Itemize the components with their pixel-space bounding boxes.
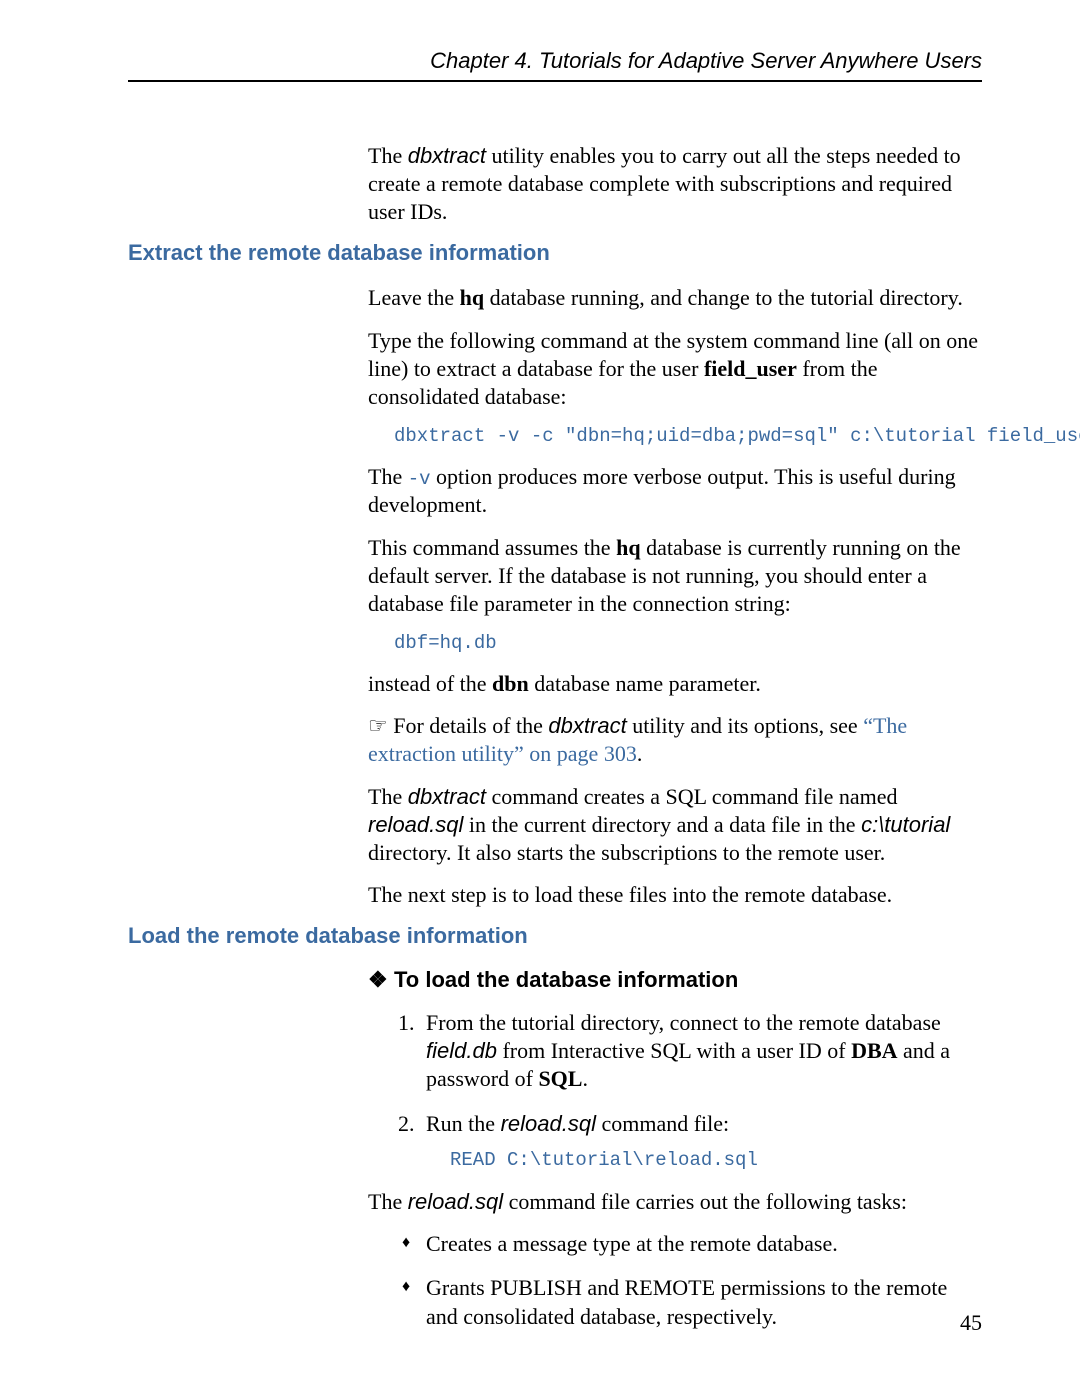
- text: Type the following command at the system…: [368, 328, 978, 381]
- file-reload-sql: reload.sql: [368, 812, 463, 837]
- term-dbxtract: dbxtract: [548, 713, 626, 738]
- text: from Interactive SQL with a user ID of: [497, 1038, 851, 1063]
- text: From the tutorial directory, connect to …: [426, 1010, 941, 1035]
- task-heading: ❖To load the database information: [368, 967, 982, 993]
- file-reload-sql: reload.sql: [501, 1111, 596, 1136]
- step-1: From the tutorial directory, connect to …: [420, 1009, 982, 1093]
- list-item: Creates a message type at the remote dat…: [402, 1230, 982, 1258]
- text: utility and its options, see: [627, 713, 864, 738]
- bullet-list: Creates a message type at the remote dat…: [368, 1230, 982, 1330]
- text: database name parameter.: [529, 671, 761, 696]
- intro-paragraph: The dbxtract utility enables you to carr…: [368, 142, 982, 226]
- paragraph: The dbxtract command creates a SQL comma…: [368, 783, 982, 867]
- text: command file:: [596, 1111, 729, 1136]
- paragraph: This command assumes the hq database is …: [368, 534, 982, 618]
- paragraph: Leave the hq database running, and chang…: [368, 284, 982, 312]
- task-title: To load the database information: [394, 967, 738, 992]
- paragraph: instead of the dbn database name paramet…: [368, 670, 982, 698]
- text: The: [368, 464, 408, 489]
- text: The: [368, 143, 408, 168]
- running-head: Chapter 4. Tutorials for Adaptive Server…: [128, 48, 982, 82]
- text: in the current directory and a data file…: [463, 812, 861, 837]
- text: command file carries out the following t…: [503, 1189, 907, 1214]
- text: command creates a SQL command file named: [486, 784, 898, 809]
- pwd-sql: SQL: [538, 1066, 582, 1091]
- diamond-icon: ❖: [368, 967, 394, 993]
- text: .: [582, 1066, 588, 1091]
- paragraph: The next step is to load these files int…: [368, 881, 982, 909]
- option-v: -v: [408, 468, 431, 490]
- list-item: Grants PUBLISH and REMOTE permissions to…: [402, 1274, 982, 1330]
- text: .: [637, 741, 643, 766]
- text: Run the: [426, 1111, 501, 1136]
- paragraph: Type the following command at the system…: [368, 327, 982, 411]
- text: Leave the: [368, 285, 460, 310]
- code-dbxtract-command: dbxtract -v -c "dbn=hq;uid=dba;pwd=sql" …: [394, 425, 982, 447]
- text: option produces more verbose output. Thi…: [368, 464, 956, 517]
- paragraph-crossref: ☞ For details of the dbxtract utility an…: [368, 712, 982, 768]
- term-dbxtract: dbxtract: [408, 784, 486, 809]
- paragraph: The -v option produces more verbose outp…: [368, 463, 982, 519]
- db-name-hq: hq: [616, 535, 640, 560]
- page-number: 45: [960, 1310, 982, 1336]
- text: instead of the: [368, 671, 492, 696]
- text: The: [368, 784, 408, 809]
- user-dba: DBA: [851, 1038, 897, 1063]
- pointer-icon: ☞ For details of the: [368, 713, 548, 738]
- text: directory. It also starts the subscripti…: [368, 840, 885, 865]
- term-dbxtract: dbxtract: [408, 143, 486, 168]
- code-dbf-param: dbf=hq.db: [394, 632, 982, 654]
- text: The: [368, 1189, 408, 1214]
- section-heading-extract: Extract the remote database information: [128, 240, 982, 266]
- numbered-steps: From the tutorial directory, connect to …: [368, 1009, 982, 1172]
- section-heading-load: Load the remote database information: [128, 923, 982, 949]
- db-name-hq: hq: [460, 285, 484, 310]
- path-tutorial: c:\tutorial: [861, 812, 950, 837]
- file-reload-sql: reload.sql: [408, 1189, 503, 1214]
- step-2: Run the reload.sql command file: READ C:…: [420, 1110, 982, 1172]
- code-read-reload: READ C:\tutorial\reload.sql: [450, 1148, 982, 1172]
- text: database running, and change to the tuto…: [484, 285, 963, 310]
- user-field-user: field_user: [704, 356, 797, 381]
- text: This command assumes the: [368, 535, 616, 560]
- paragraph: The reload.sql command file carries out …: [368, 1188, 982, 1216]
- file-field-db: field.db: [426, 1038, 497, 1063]
- param-dbn: dbn: [492, 671, 529, 696]
